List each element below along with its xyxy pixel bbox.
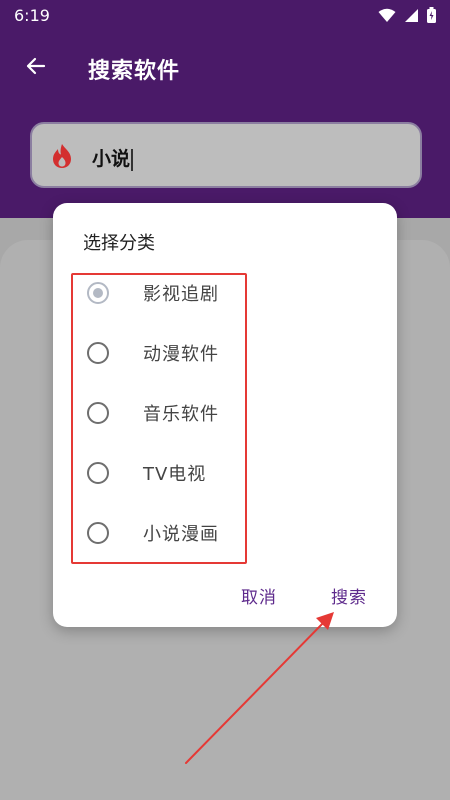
option-ying-shi-zhui-ju[interactable]: 影视追剧 [53, 268, 353, 318]
search-input[interactable]: 小说 [30, 122, 422, 188]
app-bar: 搜索软件 [0, 40, 450, 96]
option-label: 小说漫画 [143, 524, 219, 545]
search-input-value: 小说 [92, 144, 134, 171]
arrow-left-icon [24, 54, 48, 82]
radio-unchecked-icon [87, 462, 109, 484]
radio-checked-icon [87, 282, 109, 304]
page-title: 搜索软件 [88, 59, 181, 84]
option-tv-dian-shi[interactable]: TV电视 [53, 448, 353, 498]
status-bar: 6:19 [0, 0, 450, 30]
option-dong-man-ruan-jian[interactable]: 动漫软件 [53, 328, 353, 378]
status-time: 6:19 [14, 6, 50, 25]
back-button[interactable] [18, 50, 54, 86]
flame-icon [50, 143, 74, 169]
option-label: 影视追剧 [143, 284, 219, 305]
option-label: TV电视 [143, 464, 207, 485]
radio-unchecked-icon [87, 342, 109, 364]
wifi-icon [378, 8, 396, 27]
status-icons [378, 7, 436, 27]
option-label: 动漫软件 [143, 344, 219, 365]
radio-unchecked-icon [87, 522, 109, 544]
battery-icon [427, 7, 436, 27]
dialog-title: 选择分类 [83, 233, 155, 254]
option-xiao-shuo-man-hua[interactable]: 小说漫画 [53, 508, 353, 558]
text-cursor [131, 148, 134, 171]
cancel-button[interactable]: 取消 [241, 583, 277, 608]
option-yin-yue-ruan-jian[interactable]: 音乐软件 [53, 388, 353, 438]
radio-unchecked-icon [87, 402, 109, 424]
signal-icon [404, 8, 419, 27]
search-button[interactable]: 搜索 [331, 583, 367, 608]
category-dialog: 选择分类 影视追剧 动漫软件 音乐软件 TV电视 小说漫画 取消 搜索 [53, 203, 397, 627]
option-label: 音乐软件 [143, 404, 219, 425]
